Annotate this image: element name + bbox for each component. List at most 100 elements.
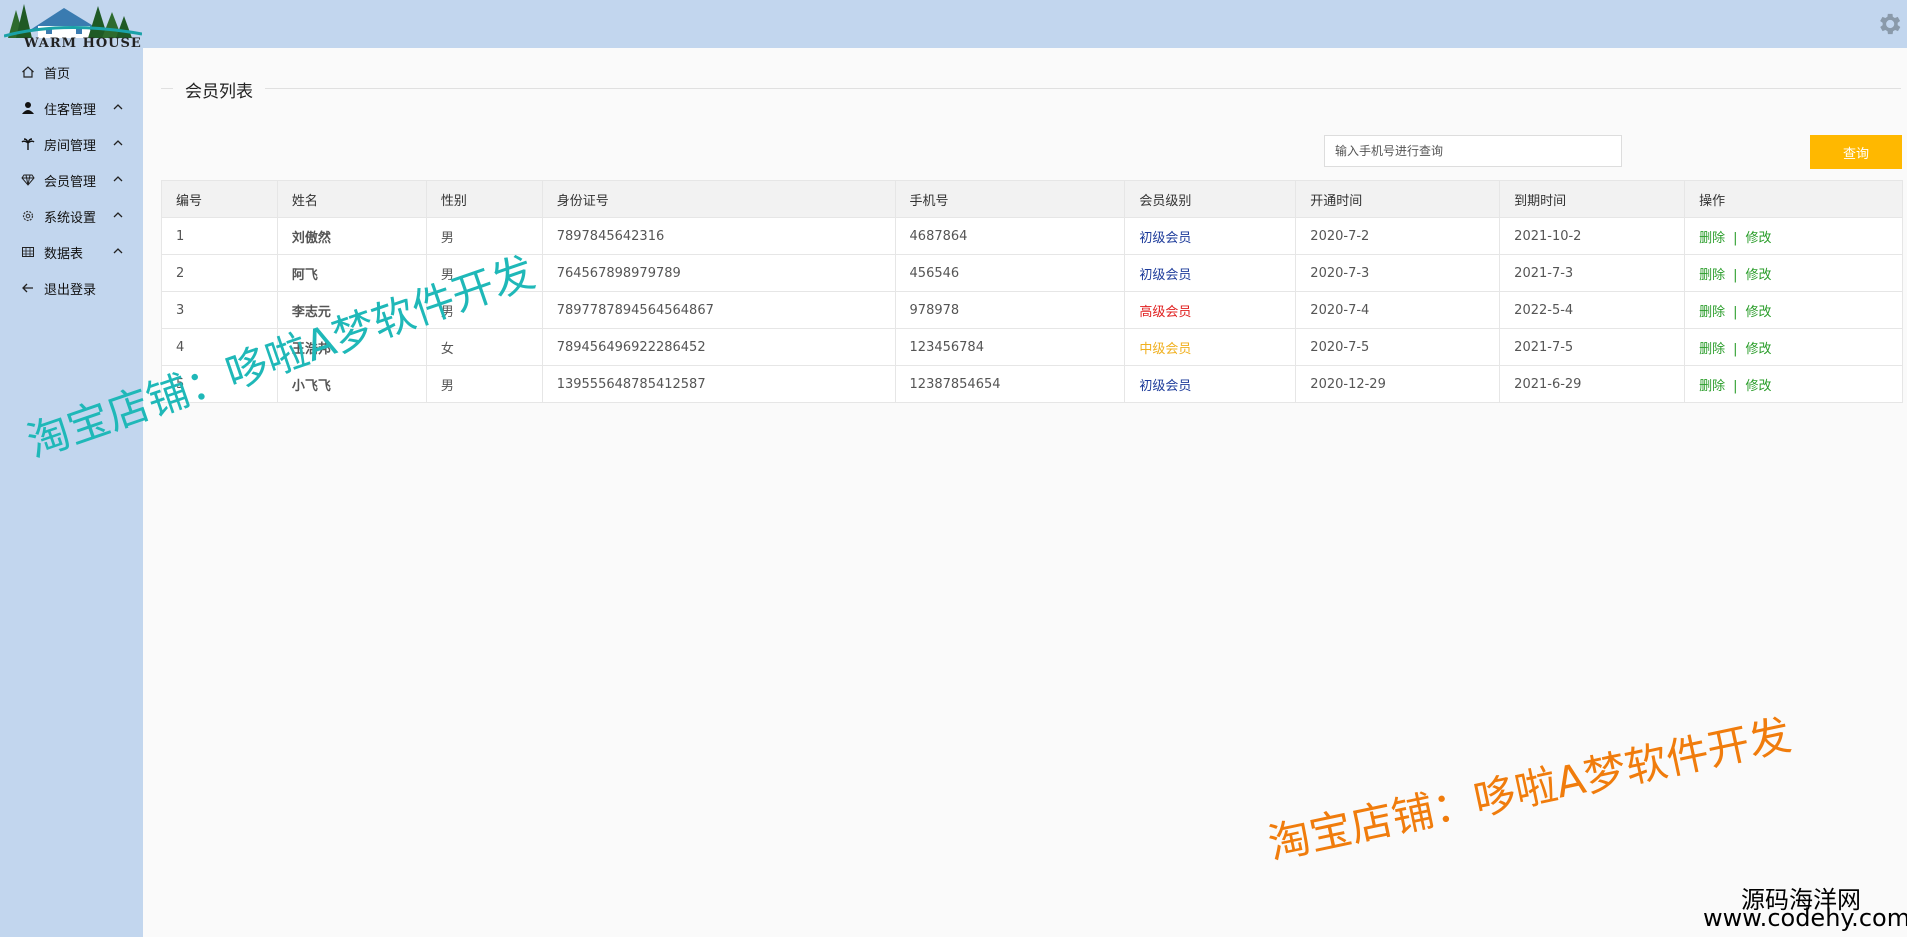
action-separator: | <box>1733 230 1738 246</box>
sidebar-item-member-management[interactable]: 会员管理 <box>0 162 143 198</box>
cell-member-level: 高级会员 <box>1124 291 1297 329</box>
action-separator: | <box>1733 304 1738 320</box>
cell-end-date: 2021-6-29 <box>1499 365 1686 403</box>
cell-start-date: 2020-7-5 <box>1295 328 1501 366</box>
cell-name: 小飞飞 <box>276 365 427 403</box>
cell-id: 3 <box>161 291 278 329</box>
column-header-gender: 性别 <box>425 180 543 218</box>
phone-search-input[interactable] <box>1324 135 1622 167</box>
home-icon <box>20 64 36 80</box>
table-row: 2 阿飞 男 764567898979789 456546 初级会员 2020-… <box>161 254 1903 292</box>
search-button[interactable]: 查询 <box>1810 135 1902 169</box>
column-header-start-date: 开通时间 <box>1295 180 1501 218</box>
cell-id-card: 7897787894564564867 <box>541 291 896 329</box>
column-header-end-date: 到期时间 <box>1499 180 1686 218</box>
logo-text: WARM HOUSE <box>24 36 142 51</box>
chevron-up-icon <box>113 212 123 218</box>
cell-id-card: 7897845642316 <box>541 217 896 255</box>
delete-link[interactable]: 删除 <box>1699 268 1725 283</box>
sidebar-item-data-table[interactable]: 数据表 <box>0 234 143 270</box>
cell-member-level: 初级会员 <box>1124 254 1297 292</box>
cell-end-date: 2021-10-2 <box>1499 217 1686 255</box>
cell-start-date: 2020-7-3 <box>1295 254 1501 292</box>
cell-id: 5 <box>161 365 278 403</box>
diamond-icon <box>20 172 36 188</box>
edit-link[interactable]: 修改 <box>1745 305 1771 320</box>
action-separator: | <box>1733 267 1738 283</box>
sidebar-item-room-management[interactable]: 房间管理 <box>0 126 143 162</box>
cell-phone: 123456784 <box>894 328 1126 366</box>
cell-id: 2 <box>161 254 278 292</box>
column-header-actions: 操作 <box>1684 180 1903 218</box>
cell-id: 4 <box>161 328 278 366</box>
cell-phone: 978978 <box>894 291 1126 329</box>
title-divider <box>161 88 1901 89</box>
sidebar-item-guest-management[interactable]: 住客管理 <box>0 90 143 126</box>
cell-gender: 男 <box>425 217 543 255</box>
sidebar: WARM HOUSE 首页 住客管理 房间管理 会员管理 系统设置 数据表 退出… <box>0 0 143 937</box>
chevron-up-icon <box>113 104 123 110</box>
cell-name: 阿飞 <box>276 254 427 292</box>
cell-phone: 4687864 <box>894 217 1126 255</box>
column-header-member-level: 会员级别 <box>1124 180 1297 218</box>
sidebar-item-logout[interactable]: 退出登录 <box>0 270 143 306</box>
table-row: 4 王浩邦 女 789456496922286452 123456784 中级会… <box>161 328 1903 366</box>
cell-actions: 删除 | 修改 <box>1684 291 1903 329</box>
cell-gender: 男 <box>425 254 543 292</box>
table-icon <box>20 244 36 260</box>
cell-name: 王浩邦 <box>276 328 427 366</box>
cell-phone: 12387854654 <box>894 365 1126 403</box>
column-header-id: 编号 <box>161 180 278 218</box>
table-row: 1 刘傲然 男 7897845642316 4687864 初级会员 2020-… <box>161 217 1903 255</box>
edit-link[interactable]: 修改 <box>1745 268 1771 283</box>
sidebar-item-label: 系统设置 <box>44 210 97 226</box>
sidebar-item-label: 数据表 <box>44 246 84 262</box>
delete-link[interactable]: 删除 <box>1699 305 1725 320</box>
cell-actions: 删除 | 修改 <box>1684 254 1903 292</box>
cell-start-date: 2020-7-2 <box>1295 217 1501 255</box>
sidebar-item-label: 退出登录 <box>44 282 97 298</box>
cell-start-date: 2020-7-4 <box>1295 291 1501 329</box>
cell-end-date: 2021-7-5 <box>1499 328 1686 366</box>
top-header-bar <box>0 0 1907 48</box>
arrow-left-icon <box>20 280 36 296</box>
chevron-up-icon <box>113 176 123 182</box>
sidebar-item-label: 房间管理 <box>44 138 97 154</box>
member-table: 编号 姓名 性别 身份证号 手机号 会员级别 开通时间 到期时间 操作 1 刘傲… <box>161 180 1903 403</box>
cell-id-card: 789456496922286452 <box>541 328 896 366</box>
cell-start-date: 2020-12-29 <box>1295 365 1501 403</box>
chevron-up-icon <box>113 140 123 146</box>
gear-icon <box>20 208 36 224</box>
cell-name: 李志元 <box>276 291 427 329</box>
cell-actions: 删除 | 修改 <box>1684 217 1903 255</box>
delete-link[interactable]: 删除 <box>1699 231 1725 246</box>
edit-link[interactable]: 修改 <box>1745 379 1771 394</box>
house-trees-logo-icon <box>3 4 143 38</box>
cell-id-card: 139555648785412587 <box>541 365 896 403</box>
delete-link[interactable]: 删除 <box>1699 379 1725 394</box>
sidebar-item-home[interactable]: 首页 <box>0 54 143 90</box>
sidebar-item-system-settings[interactable]: 系统设置 <box>0 198 143 234</box>
cell-gender: 女 <box>425 328 543 366</box>
cell-name: 刘傲然 <box>276 217 427 255</box>
edit-link[interactable]: 修改 <box>1745 231 1771 246</box>
main-content: 会员列表 查询 编号 姓名 性别 身份证号 手机号 会员级别 开通时间 到期时间… <box>143 48 1907 937</box>
cell-end-date: 2022-5-4 <box>1499 291 1686 329</box>
action-separator: | <box>1733 378 1738 394</box>
cell-actions: 删除 | 修改 <box>1684 328 1903 366</box>
cell-id-card: 764567898979789 <box>541 254 896 292</box>
delete-link[interactable]: 删除 <box>1699 342 1725 357</box>
palm-icon <box>20 136 36 152</box>
cell-member-level: 中级会员 <box>1124 328 1297 366</box>
table-row: 5 小飞飞 男 139555648785412587 12387854654 初… <box>161 365 1903 403</box>
warm-house-logo[interactable]: WARM HOUSE <box>3 0 143 52</box>
cell-member-level: 初级会员 <box>1124 365 1297 403</box>
user-icon <box>20 100 36 116</box>
cell-gender: 男 <box>425 365 543 403</box>
cell-id: 1 <box>161 217 278 255</box>
edit-link[interactable]: 修改 <box>1745 342 1771 357</box>
sidebar-item-label: 住客管理 <box>44 102 97 118</box>
page-title: 会员列表 <box>173 77 265 102</box>
settings-gear-icon[interactable] <box>1875 10 1903 38</box>
cell-member-level: 初级会员 <box>1124 217 1297 255</box>
